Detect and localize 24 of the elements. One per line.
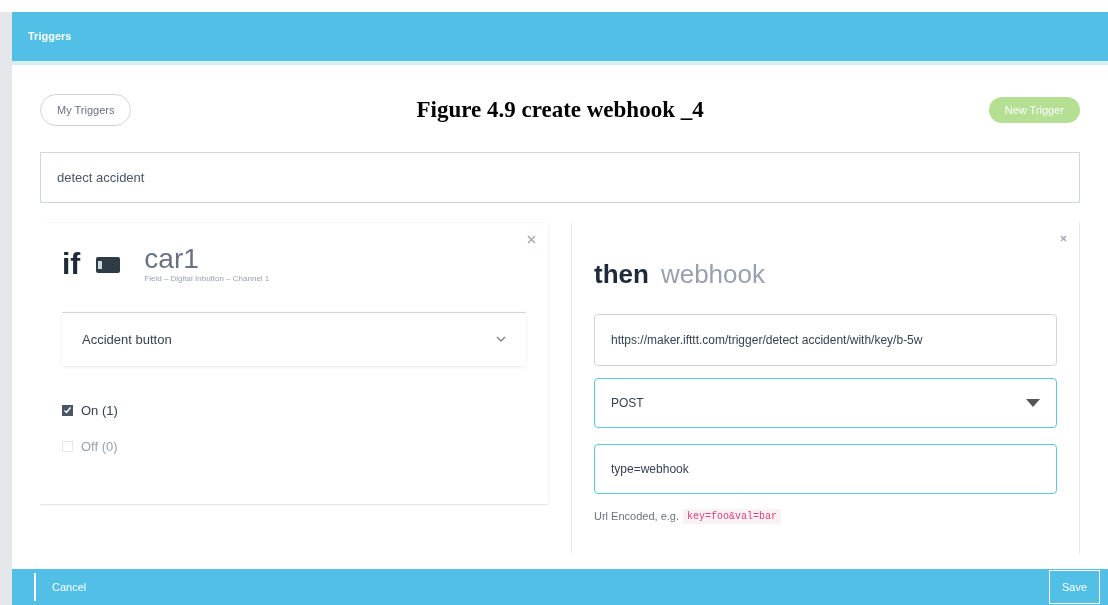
field-select[interactable]: Accident button: [62, 312, 526, 366]
option-label: On (1): [81, 402, 118, 420]
body-field[interactable]: type=webhook: [594, 444, 1057, 494]
close-icon[interactable]: [1060, 235, 1067, 242]
trigger-name-field[interactable]: detect accident: [40, 152, 1080, 203]
dropdown-arrow-icon: [1026, 399, 1040, 407]
checkbox[interactable]: [62, 405, 73, 417]
then-keyword: then: [594, 258, 649, 291]
code-example: key=foo&val=bar: [683, 508, 781, 524]
device-name: car1: [144, 245, 200, 273]
checkbox[interactable]: [62, 440, 73, 452]
option-label: Off (0): [81, 437, 118, 456]
action-name: webhook: [660, 258, 765, 291]
url-field[interactable]: https://maker.ifttt.com/trigger/detect accident/with/key/b-5w: [594, 314, 1057, 366]
device-icon: [96, 257, 121, 273]
my-triggers-button[interactable]: My Triggers: [40, 94, 132, 126]
figure-caption: Figure 4.9 create webhook _4: [416, 95, 704, 124]
device-subtitle: Field – Digital Inbutton – Channel 1: [144, 273, 270, 285]
hint-text: Url Encoded, e.g.: [594, 509, 679, 524]
chevron-down-icon: [496, 336, 506, 343]
close-icon[interactable]: [527, 235, 536, 244]
if-keyword: if: [62, 249, 81, 279]
method-select[interactable]: POST: [594, 378, 1057, 428]
header-title: Triggers: [28, 29, 72, 45]
